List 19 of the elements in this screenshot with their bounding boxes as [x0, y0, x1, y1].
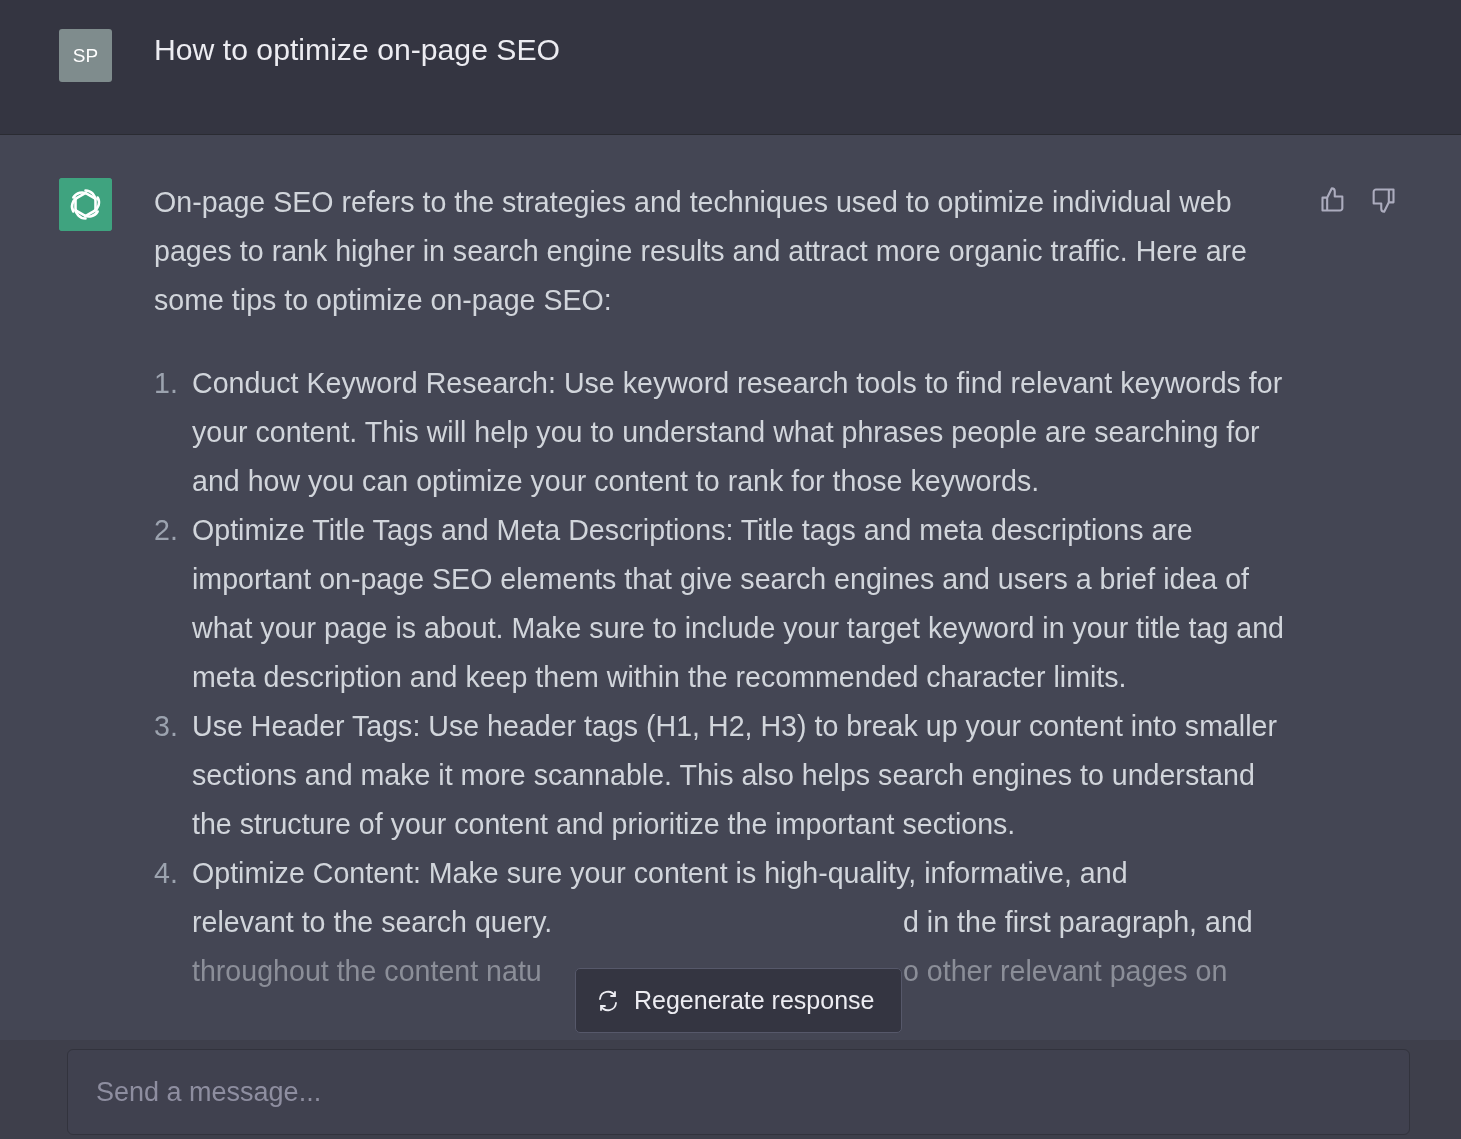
- list-item-text: Use Header Tags: Use header tags (H1, H2, H3) to break up your content into smaller sections and make it more scannable. This also helps search engines to understand the structure of your content and prioritize the important sections.: [192, 709, 1278, 842]
- list-item-text: throughout the content natu: [192, 954, 542, 989]
- list-number: 2.: [154, 513, 179, 548]
- list-number: 3.: [154, 709, 179, 744]
- refresh-icon: [596, 988, 620, 1013]
- response-paragraph: On-page SEO refers to the strategies and techniques used to optimize individual web pages to rank higher in search engine results and attract more organic traffic. Here are some tips to optimize on-page SEO:: [154, 185, 1248, 318]
- list-item-text: Optimize Content: Make sure your content is high-quality, informative, and: [192, 856, 1128, 891]
- conversation-title: How to optimize on-page SEO: [154, 33, 561, 67]
- list-item-text: o other relevant pages on: [903, 954, 1228, 989]
- regenerate-button[interactable]: Regenerate response: [575, 968, 902, 1033]
- logo-icon: [59, 178, 112, 231]
- message-input-field[interactable]: Send a message...: [67, 1049, 1410, 1135]
- list-item-text: relevant to the search query.: [192, 905, 553, 940]
- list-number: 1.: [154, 366, 179, 401]
- list-item-text: Optimize Title Tags and Meta Descriptions: Title tags and meta descriptions are important on-page SEO elements that give search engines and users a brief idea of what your page is about. Make sure to include your target keyword in your title tag and meta description and keep them within the recommended character limits.: [192, 513, 1285, 695]
- list-item-text: d in the first paragraph, and: [903, 905, 1253, 940]
- user-avatar: SP: [59, 29, 112, 82]
- list-number: 4.: [154, 856, 179, 891]
- list-item-text: Conduct Keyword Research: Use keyword research tools to find relevant keywords for your content. This will help you to understand what phrases people are searching for and how you can optimize your content to rank for those keywords.: [192, 366, 1284, 499]
